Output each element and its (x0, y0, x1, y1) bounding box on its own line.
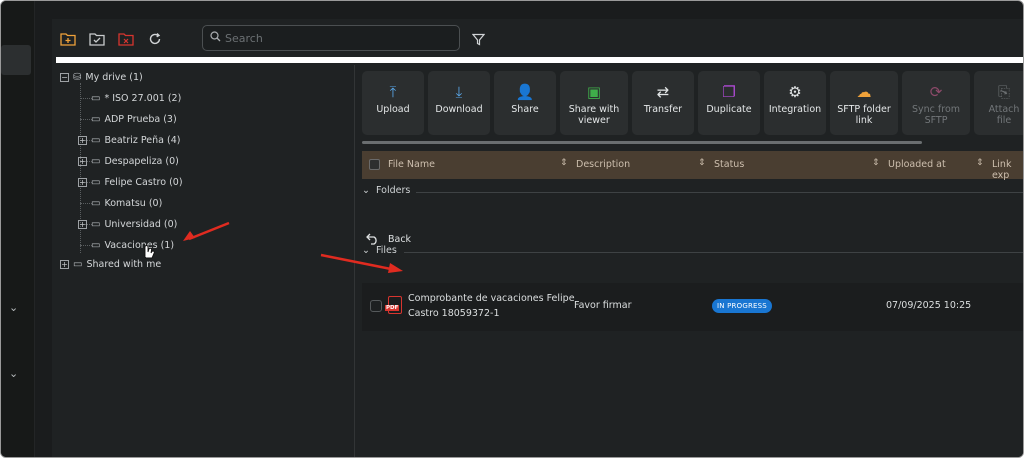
left-rail: ⌄ ⌄ (1, 1, 35, 457)
sort-icon[interactable]: ⇕ (872, 158, 880, 168)
pdf-file-icon: PDF (385, 296, 402, 314)
tree-folder-item[interactable]: ▭ Vacaciones (1) (78, 236, 174, 254)
col-link-exp[interactable]: Link exp (992, 159, 1023, 181)
folder-icon: ▭ (91, 134, 101, 146)
tree-folder-item[interactable]: + ▭ Beatriz Peña (4) (78, 131, 180, 149)
folder-remove-icon[interactable] (116, 29, 136, 49)
annotation-arrow-icon (320, 253, 403, 273)
expand-icon[interactable]: + (78, 177, 87, 187)
app-window: ⌄ ⌄ Search − ⛁ My drive (1) ▭ * ISO 27.0… (0, 0, 1024, 458)
folder-icon: ▭ (91, 218, 101, 230)
folder-label: Despapeliza (0) (104, 155, 179, 167)
expand-icon[interactable]: + (78, 156, 87, 166)
folder-icon: ▭ (91, 155, 101, 167)
col-status[interactable]: Status (714, 159, 744, 170)
drive-icon: ⛁ (73, 71, 82, 83)
search-box[interactable] (202, 25, 460, 51)
folder-icon: ▭ (91, 113, 101, 125)
select-all-checkbox[interactable] (369, 159, 380, 170)
attach-icon: ⎘ (997, 83, 1010, 101)
tree-folder-item[interactable]: ▭ * ISO 27.001 (2) (78, 89, 181, 107)
integration-icon: ⚙ (788, 83, 802, 101)
folder-icon: ▭ (91, 239, 101, 251)
col-file-name[interactable]: File Name (388, 159, 435, 170)
folder-label: * ISO 27.001 (2) (104, 92, 182, 104)
annotation-arrow-icon (183, 221, 230, 241)
duplicate-icon: ❐ (722, 83, 736, 101)
expand-icon[interactable]: + (78, 135, 87, 145)
horizontal-scrollbar[interactable] (362, 141, 922, 144)
tree-folder-item[interactable]: + ▭ Universidad (0) (78, 215, 177, 233)
expand-icon[interactable]: + (60, 259, 69, 269)
folder-icon: ▭ (73, 258, 83, 270)
hand-cursor-icon (144, 245, 155, 259)
folder-label: Felipe Castro (0) (104, 176, 183, 188)
share-button[interactable]: 👤 Share (494, 71, 556, 135)
share-viewer-icon: ▣ (586, 83, 602, 101)
search-input[interactable] (225, 29, 455, 47)
rail-active-item[interactable] (1, 45, 31, 75)
new-folder-icon[interactable] (58, 29, 78, 49)
status-badge: IN PROGRESS (712, 299, 772, 313)
uploaded-at: 07/09/2025 10:25 (886, 300, 972, 311)
folder-label: Vacaciones (1) (104, 239, 175, 251)
filter-icon[interactable] (468, 29, 488, 49)
transfer-icon: ⇄ (656, 83, 670, 101)
expand-icon[interactable]: + (78, 219, 87, 229)
back-button[interactable]: Back (366, 233, 411, 245)
search-icon (210, 31, 221, 45)
upload-button[interactable]: ⤒ Upload (362, 71, 424, 135)
share-user-icon: 👤 (515, 83, 535, 101)
attach-button[interactable]: ⎘ Attach file (974, 71, 1023, 135)
download-button[interactable]: ⤓ Download (428, 71, 490, 135)
content-pane: ⤒ Upload ⤓ Download 👤 Share ▣ Share with viewer ⇄… (356, 65, 1023, 457)
file-description: Favor firmar (574, 300, 632, 311)
tree-folder-item[interactable]: + ▭ Felipe Castro (0) (78, 173, 183, 191)
tree-root-my-drive[interactable]: − ⛁ My drive (1) (60, 68, 143, 86)
folder-label: Beatriz Peña (4) (104, 134, 181, 146)
sync-icon: ⟳ (929, 83, 943, 101)
share-with-button[interactable]: ▣ Share with viewer (560, 71, 628, 135)
refresh-icon[interactable] (145, 29, 165, 49)
back-arrow-icon (366, 233, 377, 245)
collapse-icon[interactable]: − (60, 72, 69, 82)
folder-label: Universidad (0) (104, 218, 178, 230)
download-icon: ⤓ (455, 83, 463, 101)
top-toolbar (52, 19, 1023, 63)
files-section[interactable]: ⌄ Files (362, 245, 1023, 259)
chevron-down-icon[interactable]: ⌄ (362, 185, 370, 196)
tree-folder-item[interactable]: + ▭ Despapeliza (0) (78, 152, 179, 170)
sftp-link-icon: ☁ (856, 83, 872, 101)
tree-folder-item[interactable]: ▭ ADP Prueba (3) (78, 110, 177, 128)
chevron-down-icon[interactable]: ⌄ (9, 367, 18, 380)
sort-icon[interactable]: ⇕ (698, 158, 706, 168)
folder-tree: − ⛁ My drive (1) ▭ * ISO 27.001 (2) ▭ ADP P… (52, 65, 355, 457)
folder-label: Komatsu (0) (104, 197, 163, 209)
upload-icon: ⤒ (389, 83, 397, 101)
col-uploaded-at[interactable]: Uploaded at (888, 159, 946, 170)
table-header: File Name ⇕ Description ⇕ Status ⇕ Uploa… (362, 151, 1023, 181)
folder-check-icon[interactable] (87, 29, 107, 49)
folder-icon: ▭ (91, 92, 101, 104)
col-description[interactable]: Description (576, 159, 630, 170)
table-row[interactable]: PDF Comprobante de vacaciones Felipe Cas… (362, 283, 1023, 331)
sort-icon[interactable]: ⇕ (560, 158, 568, 168)
folder-label: ADP Prueba (3) (104, 113, 177, 125)
integration-button[interactable]: ⚙ Integration (764, 71, 826, 135)
duplicate-button[interactable]: ❐ Duplicate (698, 71, 760, 135)
tree-folder-item[interactable]: ▭ Komatsu (0) (78, 194, 162, 212)
sync-from-button[interactable]: ⟳ Sync from SFTP (902, 71, 970, 135)
sftp-folder-button[interactable]: ☁ SFTP folder link (830, 71, 898, 135)
folders-section[interactable]: ⌄ Folders (362, 185, 1023, 199)
file-name[interactable]: Comprobante de vacaciones Felipe Castro … (408, 291, 578, 321)
progress-strip (56, 57, 1023, 63)
folder-icon: ▭ (91, 197, 101, 209)
folder-icon: ▭ (91, 176, 101, 188)
transfer-button[interactable]: ⇄ Transfer (632, 71, 694, 135)
row-checkbox[interactable] (370, 300, 382, 312)
chevron-down-icon[interactable]: ⌄ (9, 301, 18, 314)
sort-icon[interactable]: ⇕ (976, 158, 984, 168)
